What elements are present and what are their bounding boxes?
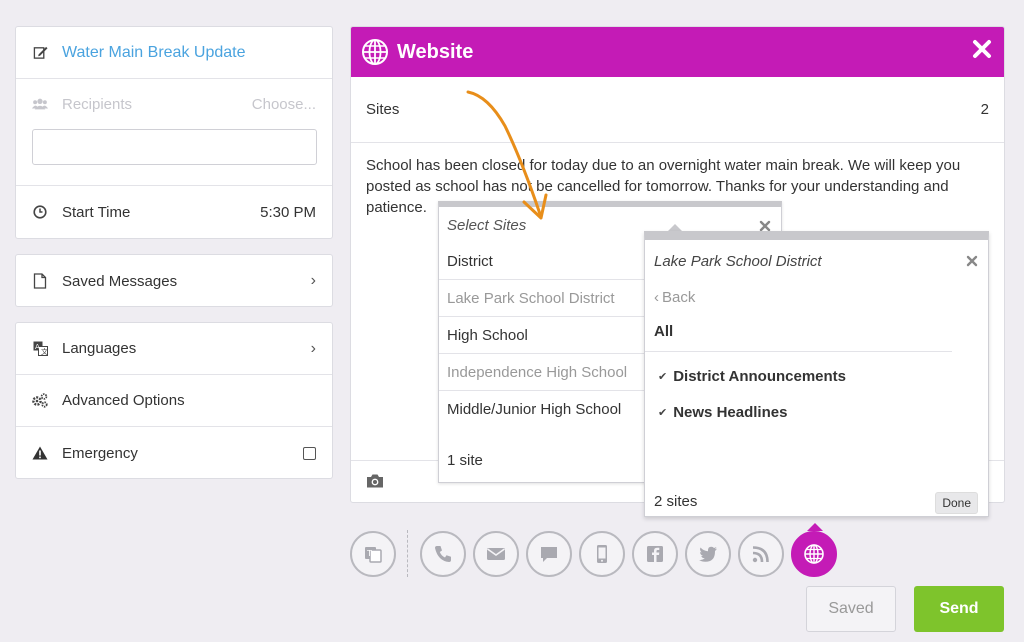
twitter-icon [699, 546, 717, 562]
phone-channel-button[interactable] [420, 531, 466, 577]
district-title: Lake Park School District [654, 252, 822, 270]
recipients-input[interactable] [32, 129, 317, 165]
feed-option-news-headlines[interactable]: ✔ News Headlines [645, 394, 988, 430]
chat-icon [541, 547, 557, 562]
globe-icon [804, 544, 824, 564]
select-sites-title: Select Sites [447, 216, 527, 234]
languages-row[interactable]: A文 Languages › [16, 323, 332, 375]
gears-icon [32, 393, 48, 409]
email-icon [487, 548, 505, 560]
select-all-option[interactable]: All [645, 312, 952, 352]
district-popup: Lake Park School District ‹ Back All ✔ D… [644, 231, 989, 517]
sites-label: Sites [366, 101, 400, 118]
email-channel-button[interactable] [473, 531, 519, 577]
translate-channel-button[interactable]: T [350, 531, 396, 577]
all-label: All [654, 323, 674, 340]
advanced-options-label: Advanced Options [62, 392, 185, 409]
site-row-district[interactable]: District [439, 243, 649, 280]
done-button[interactable]: Done [935, 492, 978, 514]
active-channel-caret [807, 523, 823, 531]
sites-count: 2 [980, 101, 989, 118]
compose-card: Water Main Break Update Recipients Choos… [15, 26, 333, 239]
clock-icon [32, 204, 48, 220]
recipients-label: Recipients [62, 95, 133, 113]
send-button[interactable]: Send [914, 586, 1004, 632]
chevron-right-icon: › [310, 339, 316, 357]
site-row-middle-junior[interactable]: Middle/Junior High School [439, 391, 649, 428]
district-sites-count: 2 sites [654, 493, 698, 510]
users-icon [32, 96, 48, 112]
emergency-row[interactable]: Emergency [16, 427, 332, 479]
start-time-value[interactable]: 5:30 PM [260, 204, 316, 221]
mobile-channel-button[interactable] [579, 531, 625, 577]
advanced-options-row[interactable]: Advanced Options [16, 375, 332, 427]
svg-text:T: T [366, 549, 372, 558]
site-row-label: Middle/Junior High School [447, 401, 622, 418]
close-icon[interactable] [759, 219, 771, 232]
website-panel-header: Website [351, 27, 1004, 77]
recipients-input-wrap [16, 129, 332, 186]
recipients-row[interactable]: Recipients Choose... [16, 79, 332, 129]
warning-icon [32, 445, 48, 461]
document-icon [32, 273, 48, 289]
back-link[interactable]: ‹ Back [645, 282, 988, 312]
rss-channel-button[interactable] [738, 531, 784, 577]
channel-separator [407, 530, 408, 577]
chevron-right-icon: › [310, 272, 316, 289]
facebook-channel-button[interactable] [632, 531, 678, 577]
saved-messages-card[interactable]: Saved Messages › [15, 254, 333, 307]
message-title-row[interactable]: Water Main Break Update [16, 27, 332, 79]
feed-option-label: News Headlines [673, 403, 788, 421]
recipients-choose-link[interactable]: Choose... [252, 96, 316, 113]
emergency-label: Emergency [62, 444, 138, 462]
svg-text:A: A [35, 343, 40, 351]
saved-messages-row[interactable]: Saved Messages › [16, 255, 332, 307]
feed-option-district-announcements[interactable]: ✔ District Announcements [645, 358, 988, 394]
chat-channel-button[interactable] [526, 531, 572, 577]
site-row-label: District [447, 252, 493, 270]
twitter-channel-button[interactable] [685, 531, 731, 577]
facebook-icon [647, 546, 663, 562]
options-card: A文 Languages › Advanced Options Emergenc… [15, 322, 333, 479]
phone-icon [435, 546, 451, 562]
site-row-independence[interactable]: Independence High School [439, 354, 649, 391]
back-label: Back [662, 288, 696, 306]
website-channel-button[interactable] [791, 531, 837, 577]
svg-text:文: 文 [41, 347, 48, 356]
check-icon: ✔ [658, 370, 668, 383]
language-icon: A文 [32, 341, 48, 357]
mobile-icon [597, 545, 607, 563]
site-row-lake-park[interactable]: Lake Park School District [439, 280, 649, 317]
start-time-label: Start Time [62, 203, 131, 221]
camera-icon[interactable] [366, 473, 384, 489]
sites-row[interactable]: Sites 2 [351, 77, 1004, 143]
check-icon: ✔ [658, 406, 668, 419]
globe-icon [361, 38, 389, 66]
select-sites-count: 1 site [447, 452, 483, 469]
close-icon[interactable] [966, 254, 978, 267]
site-row-label: High School [447, 326, 528, 344]
emergency-checkbox[interactable] [303, 446, 316, 460]
saved-messages-label: Saved Messages [62, 272, 178, 290]
district-title-row: Lake Park School District [645, 240, 988, 282]
site-row-label: Independence High School [447, 363, 628, 381]
saved-button[interactable]: Saved [806, 586, 896, 632]
translate-icon: T [365, 547, 382, 563]
feed-option-label: District Announcements [673, 367, 847, 385]
site-row-high-school[interactable]: High School [439, 317, 649, 354]
start-time-row[interactable]: Start Time 5:30 PM [16, 186, 332, 238]
rss-icon [752, 546, 769, 563]
edit-icon [32, 45, 48, 61]
chevron-left-icon: ‹ [654, 288, 659, 306]
close-icon[interactable] [972, 39, 992, 59]
site-row-label: Lake Park School District [447, 289, 615, 307]
website-panel-title: Website [397, 40, 474, 63]
languages-label: Languages [62, 340, 137, 357]
message-title[interactable]: Water Main Break Update [62, 44, 316, 62]
